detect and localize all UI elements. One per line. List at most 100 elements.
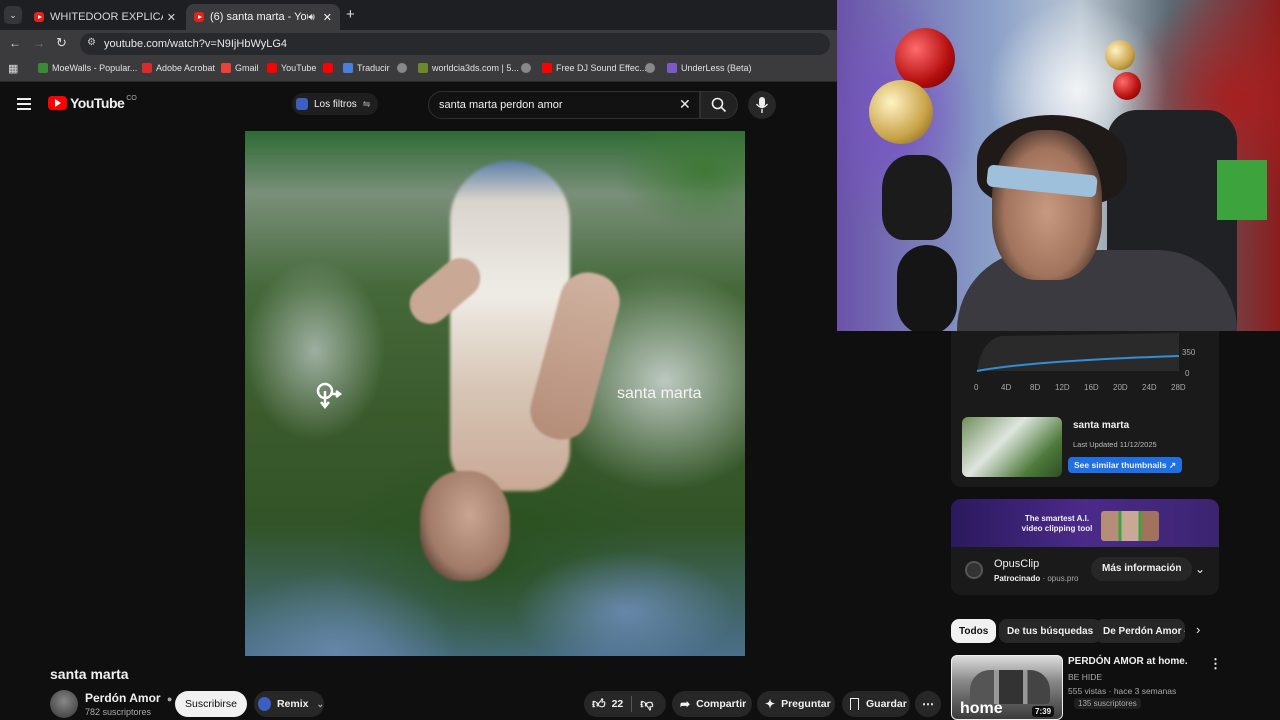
ask-button[interactable]: ✦ Preguntar xyxy=(757,691,835,717)
youtube-favicon-icon xyxy=(34,12,44,22)
forward-arrow-icon[interactable]: → xyxy=(33,36,45,50)
bookmark-globe-3[interactable] xyxy=(645,63,659,73)
bookmark-label: Traducir xyxy=(357,63,390,73)
remix-icon xyxy=(258,697,271,711)
thumbs-down-icon[interactable]: 👎︎ xyxy=(640,696,653,712)
share-icon: ➦ xyxy=(680,697,691,711)
site-info-icon[interactable]: ⚙ xyxy=(87,37,96,48)
save-label: Guardar xyxy=(866,698,907,710)
video-overlay-title: santa marta xyxy=(617,385,702,402)
mic-icon xyxy=(755,97,769,113)
bookmark-label: Adobe Acrobat xyxy=(156,63,216,73)
channel-avatar[interactable] xyxy=(50,690,78,718)
menu-icon[interactable] xyxy=(17,98,31,110)
more-vert-icon[interactable]: ⋮ xyxy=(1209,656,1222,672)
subscribe-button[interactable]: Suscribirse xyxy=(175,691,247,717)
extension-icon xyxy=(296,98,308,110)
duration-badge: 7:39 xyxy=(1032,706,1055,717)
reload-icon[interactable]: ↻ xyxy=(56,35,67,51)
globe-icon xyxy=(645,63,655,73)
x-tick: 8D xyxy=(1030,383,1041,392)
bookmark-youtube-2[interactable] xyxy=(323,63,337,73)
last-updated: Last Updated 11/12/2025 xyxy=(1073,440,1157,449)
save-button[interactable]: Guardar xyxy=(842,691,910,717)
ad-banner[interactable]: The smartest A.I. video clipping tool xyxy=(951,499,1219,547)
person-shirt xyxy=(957,250,1237,331)
ad-banner-faces xyxy=(1101,511,1159,541)
chevron-right-icon[interactable]: › xyxy=(1196,622,1200,637)
tab-list-button[interactable]: ⌄ xyxy=(4,6,22,24)
channel-name[interactable]: Perdón Amor ● xyxy=(85,691,172,705)
chip-todos[interactable]: Todos xyxy=(951,619,997,643)
x-tick: 12D xyxy=(1055,383,1070,392)
chevron-down-icon[interactable]: ⌄ xyxy=(1195,562,1205,576)
more-icon: ⋯ xyxy=(922,697,934,711)
verified-icon: ● xyxy=(166,694,173,704)
youtube-favicon-icon xyxy=(194,12,204,22)
browser-tab-santa-marta[interactable]: (6) santa marta - YouTube 🔊︎ ✕ xyxy=(186,4,340,30)
webcam-overlay xyxy=(837,0,1280,331)
bookmark-label: MoeWalls - Popular... xyxy=(52,63,138,73)
tab-label: (6) santa marta - YouTube xyxy=(210,11,308,23)
ad-card[interactable]: The smartest A.I. video clipping tool Op… xyxy=(951,499,1219,595)
bookmark-worldcia3ds[interactable]: worldcia3ds.com | 5... xyxy=(418,63,519,73)
chip-de-perdon-amor[interactable]: De Perdón Amor - T xyxy=(1095,619,1185,643)
browser-tab-bar: ⌄ WHITEDOOR EXPLICA TODO: S ✕ (6) santa … xyxy=(0,0,837,30)
close-icon[interactable]: ✕ xyxy=(167,11,176,24)
search-icon xyxy=(711,97,727,113)
recommendation-subs: 135 suscriptores xyxy=(1074,698,1141,709)
share-button[interactable]: ➦ Compartir xyxy=(672,691,752,717)
clear-search-icon[interactable]: ✕ xyxy=(679,96,691,113)
video-frame-head xyxy=(420,471,510,581)
ad-cta-button[interactable]: Más información xyxy=(1091,557,1193,581)
recommendation-thumbnail[interactable]: home 7:39 xyxy=(951,655,1063,720)
browser-tab-whitedoor[interactable]: WHITEDOOR EXPLICA TODO: S ✕ xyxy=(26,4,184,30)
opusclip-logo-icon xyxy=(965,561,983,579)
recommendation-title[interactable]: PERDÓN AMOR at home. xyxy=(1068,656,1188,667)
speaker-icon[interactable]: 🔊︎ xyxy=(308,12,314,23)
address-bar[interactable]: ⚙ youtube.com/watch?v=N9IjHbWyLG4 xyxy=(80,33,830,55)
bookmark-globe-2[interactable] xyxy=(521,63,535,73)
bookmark-youtube[interactable]: YouTube xyxy=(267,63,316,73)
search-input[interactable]: santa marta perdon amor ✕ xyxy=(428,91,700,119)
youtube-logo[interactable]: YouTube CO xyxy=(48,95,137,111)
translate-icon xyxy=(343,63,353,73)
video-title: santa marta xyxy=(50,666,129,682)
bookmark-traducir[interactable]: Traducir xyxy=(343,63,390,73)
bookmark-moewalls[interactable]: MoeWalls - Popular... xyxy=(38,63,137,73)
bookmark-label: Gmail xyxy=(235,63,259,73)
remix-button[interactable]: Remix ⌄ xyxy=(254,691,324,717)
search-button[interactable] xyxy=(700,91,738,119)
see-similar-button[interactable]: See similar thumbnails ↗ xyxy=(1068,457,1183,473)
like-button[interactable]: 👍︎ 22 xyxy=(584,696,623,712)
bookmark-underless[interactable]: UnderLess (Beta) xyxy=(667,63,752,73)
back-arrow-icon[interactable]: ← xyxy=(9,36,21,50)
chip-de-tus-busquedas[interactable]: De tus búsquedas xyxy=(999,619,1102,643)
apps-grid-icon[interactable]: ▦ xyxy=(8,62,18,75)
x-tick: 16D xyxy=(1084,383,1099,392)
more-actions-button[interactable]: ⋯ xyxy=(915,691,941,717)
youtube-play-icon xyxy=(48,96,67,110)
voice-search-button[interactable] xyxy=(748,91,776,119)
bookmark-gmail[interactable]: Gmail xyxy=(221,63,259,73)
ask-label: Preguntar xyxy=(781,698,831,710)
youtube-icon xyxy=(542,63,552,73)
youtube-icon xyxy=(267,63,277,73)
ornament-gold xyxy=(869,80,933,144)
ornament-red-small xyxy=(1113,72,1141,100)
recommendation-channel[interactable]: BE HIDE xyxy=(1068,672,1102,682)
bookmark-free-dj[interactable]: Free DJ Sound Effec... xyxy=(542,63,647,73)
filters-label: Los filtros xyxy=(314,98,357,110)
x-tick: 4D xyxy=(1001,383,1012,392)
share-label: Compartir xyxy=(696,698,747,710)
bookmark-globe[interactable] xyxy=(397,63,411,73)
worldcia3ds-icon xyxy=(418,63,428,73)
bookmark-adobe-acrobat[interactable]: Adobe Acrobat xyxy=(142,63,215,73)
filter-settings-icon: ⇋ xyxy=(362,98,371,109)
globe-icon xyxy=(521,63,531,73)
close-icon[interactable]: ✕ xyxy=(323,11,332,24)
filters-button[interactable]: Los filtros ⇋ xyxy=(292,93,379,115)
stats-thumbnail[interactable] xyxy=(962,417,1062,477)
thumb-text: home xyxy=(960,700,1003,717)
new-tab-button[interactable]: + xyxy=(346,6,355,23)
